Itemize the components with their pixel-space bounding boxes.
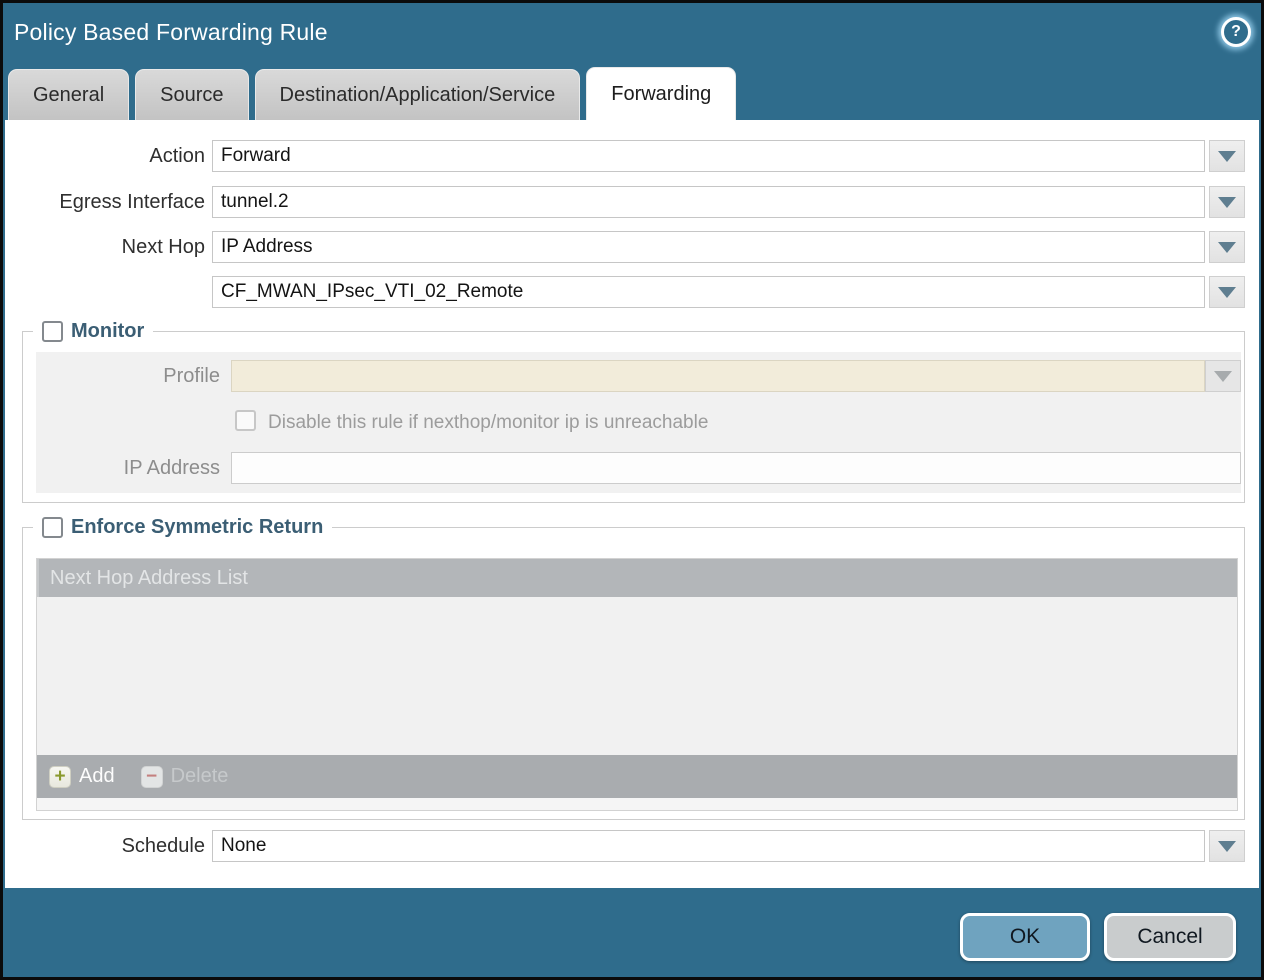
monitor-ip-address-input <box>231 452 1241 484</box>
chevron-down-icon <box>1218 287 1236 298</box>
next-hop-type-select[interactable]: IP Address <box>212 231 1205 263</box>
add-button-label: Add <box>79 765 115 788</box>
delete-button: − Delete <box>141 765 229 788</box>
plus-icon: + <box>49 766 71 788</box>
egress-interface-label: Egress Interface <box>5 186 205 218</box>
delete-button-label: Delete <box>171 765 229 788</box>
action-select[interactable]: Forward <box>212 140 1205 172</box>
next-hop-dropdown-button[interactable] <box>1209 231 1245 263</box>
tab-destination-application-service[interactable]: Destination/Application/Service <box>255 69 581 120</box>
disable-rule-checkbox <box>235 410 256 431</box>
monitor-body: Profile Disable this rule if nexthop/mon… <box>36 352 1241 493</box>
chevron-down-icon <box>1218 197 1236 208</box>
profile-dropdown-button <box>1205 360 1241 392</box>
disable-rule-label: Disable this rule if nexthop/monitor ip … <box>268 412 708 434</box>
schedule-dropdown-button[interactable] <box>1209 830 1245 862</box>
tab-forwarding[interactable]: Forwarding <box>586 67 736 120</box>
page-title: Policy Based Forwarding Rule <box>14 19 328 46</box>
ok-button[interactable]: OK <box>960 913 1090 961</box>
table-footer: + Add − Delete <box>37 755 1237 798</box>
action-dropdown-button[interactable] <box>1209 140 1245 172</box>
help-icon[interactable]: ? <box>1221 17 1251 47</box>
enforce-symmetric-return-label: Enforce Symmetric Return <box>71 516 323 539</box>
next-hop-label: Next Hop <box>5 231 205 263</box>
table-scroll-strip <box>37 798 1237 810</box>
tab-bar: General Source Destination/Application/S… <box>8 70 736 120</box>
cancel-button[interactable]: Cancel <box>1104 913 1236 961</box>
next-hop-address-dropdown-button[interactable] <box>1209 276 1245 308</box>
table-header: Next Hop Address List <box>37 559 1237 597</box>
forwarding-panel: Action Forward Egress Interface tunnel.2… <box>5 120 1259 888</box>
chevron-down-icon <box>1218 242 1236 253</box>
chevron-down-icon <box>1214 371 1232 382</box>
table-body <box>37 597 1237 755</box>
monitor-ip-address-label: IP Address <box>36 452 220 484</box>
profile-select <box>231 360 1205 392</box>
table-header-label: Next Hop Address List <box>50 567 248 590</box>
next-hop-address-select[interactable]: CF_MWAN_IPsec_VTI_02_Remote <box>212 276 1205 308</box>
tab-general[interactable]: General <box>8 69 129 120</box>
profile-label: Profile <box>36 360 220 392</box>
action-label: Action <box>5 140 205 172</box>
tab-source[interactable]: Source <box>135 69 248 120</box>
monitor-checkbox[interactable] <box>42 321 63 342</box>
next-hop-address-table: Next Hop Address List + Add − Delete <box>36 558 1238 811</box>
monitor-legend-label: Monitor <box>71 320 144 343</box>
chevron-down-icon <box>1218 151 1236 162</box>
schedule-label: Schedule <box>5 830 205 862</box>
enforce-symmetric-return-checkbox[interactable] <box>42 517 63 538</box>
egress-interface-select[interactable]: tunnel.2 <box>212 186 1205 218</box>
minus-icon: − <box>141 766 163 788</box>
schedule-select[interactable]: None <box>212 830 1205 862</box>
egress-interface-dropdown-button[interactable] <box>1209 186 1245 218</box>
add-button[interactable]: + Add <box>49 765 115 788</box>
chevron-down-icon <box>1218 841 1236 852</box>
